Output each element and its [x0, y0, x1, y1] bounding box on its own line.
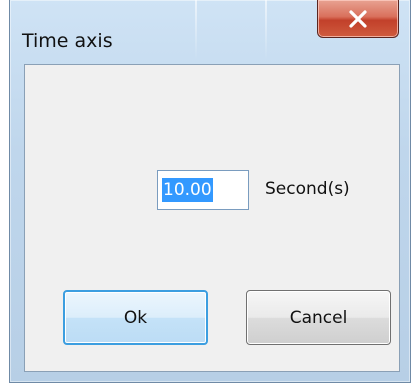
selected-text: 10.00	[162, 178, 213, 202]
cancel-button[interactable]: Cancel	[246, 290, 391, 345]
dialog-body: 10.00 Second(s) Ok Cancel	[24, 64, 400, 372]
glass-streak	[265, 0, 267, 60]
time-axis-dialog: Time axis 10.00 Second(s) Ok Cancel	[9, 0, 411, 383]
glass-streak	[195, 0, 197, 60]
ok-button[interactable]: Ok	[63, 290, 208, 345]
close-x-icon	[348, 9, 368, 28]
title-bar[interactable]: Time axis	[10, 0, 410, 60]
dialog-title: Time axis	[22, 30, 113, 52]
unit-label: Second(s)	[265, 179, 350, 199]
close-button[interactable]	[317, 0, 399, 38]
time-value-input[interactable]: 10.00	[157, 170, 249, 210]
